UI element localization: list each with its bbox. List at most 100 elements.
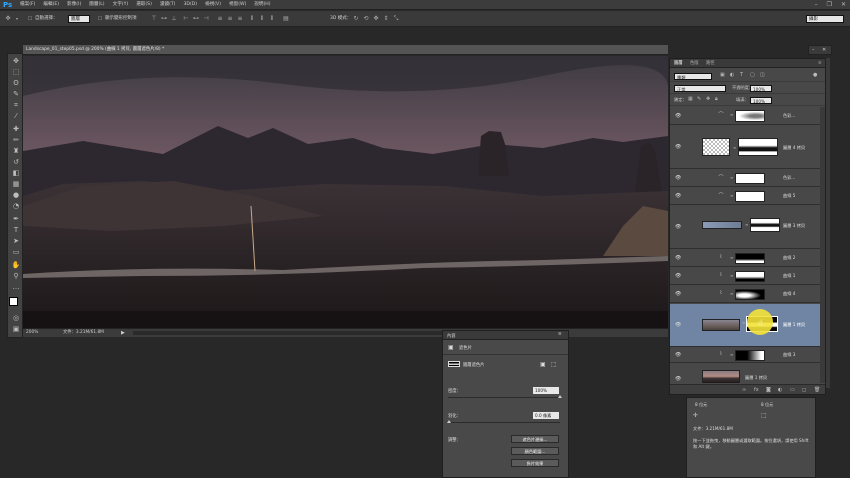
visibility-eye-icon[interactable]: 👁︎ (675, 352, 681, 358)
rotate-3d-icon[interactable]: ↻ (352, 15, 360, 23)
mask-link-icon[interactable]: ∞ (730, 273, 733, 278)
distribute-vcenter-icon[interactable]: ≡ (226, 15, 234, 23)
type-tool-icon[interactable]: T (11, 225, 21, 235)
distribute-bottom-icon[interactable]: ≡ (236, 15, 244, 23)
feather-field[interactable]: 0.0 像素 (533, 412, 559, 419)
layer-thumbnail[interactable] (702, 138, 730, 156)
select-pixel-mask-icon[interactable]: ▣ (540, 361, 546, 368)
mask-link-icon[interactable]: ∞ (733, 145, 736, 150)
layer-mask-thumbnail[interactable] (735, 173, 765, 184)
show-transform-checkbox[interactable]: ☐ (96, 15, 104, 23)
visibility-eye-icon[interactable]: 👁︎ (675, 376, 681, 382)
menu-item[interactable]: 檔案(F) (20, 0, 35, 10)
minimize-window-icon[interactable]: – (815, 1, 818, 9)
new-adjustment-icon[interactable]: ◐ (778, 386, 782, 394)
visibility-eye-icon[interactable]: 👁︎ (675, 113, 681, 119)
filter-shape-icon[interactable]: ▢ (750, 72, 755, 78)
menu-item[interactable]: 選取(S) (136, 0, 152, 10)
dodge-tool-icon[interactable]: ◔ (11, 201, 21, 211)
document-canvas[interactable] (23, 56, 668, 328)
distribute-hcenter-icon[interactable]: ⦀ (258, 15, 266, 23)
path-select-tool-icon[interactable]: ➤ (11, 236, 21, 246)
layer-row[interactable]: 👁︎ ⌒ ∞ 色彩... (670, 170, 820, 187)
auto-select-dropdown[interactable]: 圖層 (68, 15, 90, 23)
crop-tool-icon[interactable]: ⌗ (11, 100, 21, 110)
minimize-panel-icon[interactable]: – (812, 46, 815, 54)
new-group-icon[interactable]: ▭ (790, 386, 795, 394)
brush-tool-icon[interactable]: ✏ (11, 135, 21, 145)
layer-name[interactable]: 色彩... (783, 175, 795, 181)
mask-link-icon[interactable]: ∞ (730, 112, 733, 117)
move-tool-icon[interactable]: ✥ (4, 15, 12, 23)
trash-icon[interactable]: 🗑︎ (814, 386, 820, 394)
foreground-color-swatch[interactable] (9, 297, 18, 306)
tool-preset-chevron-icon[interactable]: ▾ (13, 15, 21, 23)
layer-name[interactable]: 圖層 1 拷貝 (783, 322, 805, 328)
layer-mask-thumbnail[interactable] (735, 191, 765, 202)
layer-mask-thumbnail[interactable] (735, 350, 765, 361)
slide-3d-icon[interactable]: ⇕ (382, 15, 390, 23)
density-slider[interactable] (448, 397, 560, 398)
layer-row[interactable]: 👁︎ ∞ 圖層 3 拷貝 (670, 206, 820, 249)
tab-properties[interactable]: 內容 (447, 333, 456, 339)
layer-row[interactable]: 👁︎ ∞ 圖層 4 拷貝 (670, 126, 820, 169)
visibility-eye-icon[interactable]: 👁︎ (675, 144, 681, 150)
marquee-tool-icon[interactable]: ⬚ (11, 67, 21, 77)
history-brush-tool-icon[interactable]: ↺ (11, 157, 21, 167)
layer-row[interactable]: 👁︎ ⌇ ∞ 曲線 3 (670, 348, 820, 363)
close-window-icon[interactable]: ✕ (841, 1, 846, 9)
more-tools-icon[interactable]: … (11, 282, 21, 292)
density-field[interactable]: 100% (533, 387, 559, 394)
visibility-eye-icon[interactable]: 👁︎ (675, 224, 681, 230)
filter-type-icon[interactable]: T (740, 72, 743, 78)
eyedropper-tool-icon[interactable]: ⁄ (11, 111, 21, 121)
filter-toggle-icon[interactable]: ● (813, 72, 817, 78)
healing-brush-tool-icon[interactable]: ✚ (11, 124, 21, 134)
align-top-icon[interactable]: ⊤ (150, 15, 158, 23)
scale-3d-icon[interactable]: ⤡ (392, 15, 400, 23)
layer-row[interactable]: 👁︎ ⌒ ∞ 色彩... (670, 107, 820, 125)
fill-field[interactable]: 100% (750, 97, 772, 104)
align-hcenter-icon[interactable]: ⊷ (192, 15, 200, 23)
opacity-field[interactable]: 100% (750, 85, 772, 92)
visibility-eye-icon[interactable]: 👁︎ (675, 175, 681, 181)
menu-item[interactable]: 說明(H) (254, 0, 270, 10)
visibility-eye-icon[interactable]: 👁︎ (675, 322, 681, 328)
blend-mode-dropdown[interactable]: 正常 (674, 85, 726, 92)
menu-item[interactable]: 圖層(L) (89, 0, 104, 10)
select-vector-mask-icon[interactable]: ⬚ (551, 361, 557, 368)
restore-window-icon[interactable]: ❐ (827, 1, 832, 9)
status-menu-arrow-icon[interactable]: ▶ (121, 329, 125, 337)
quick-select-tool-icon[interactable]: ✎ (11, 89, 21, 99)
visibility-eye-icon[interactable]: 👁︎ (675, 193, 681, 199)
drag-3d-icon[interactable]: ✥ (372, 15, 380, 23)
align-left-icon[interactable]: ⊢ (182, 15, 190, 23)
layer-mask-thumbnail[interactable] (735, 289, 765, 300)
align-vcenter-icon[interactable]: ⊶ (160, 15, 168, 23)
menu-item[interactable]: 編輯(E) (43, 0, 59, 10)
visibility-eye-icon[interactable]: 👁︎ (675, 273, 681, 279)
lock-transparent-icon[interactable]: ▦ (688, 96, 693, 102)
blur-tool-icon[interactable]: ● (11, 190, 21, 200)
screen-mode-icon[interactable]: ▣ (11, 324, 21, 334)
document-tab[interactable]: Landscape_01_step05.psd @ 200% (曲線 1 拷貝,… (23, 45, 668, 55)
layer-name[interactable]: 曲線 1 (783, 273, 795, 279)
close-panel-icon[interactable]: ✕ (822, 46, 826, 54)
workspace-dropdown[interactable]: 攝影 (806, 15, 844, 23)
feather-slider-knob[interactable] (447, 420, 451, 423)
filter-pixel-icon[interactable]: ▣ (720, 72, 725, 78)
layer-name[interactable]: 曲線 3 (783, 352, 795, 358)
mask-link-icon[interactable]: ∞ (745, 222, 748, 227)
filter-smart-icon[interactable]: ◫ (760, 72, 765, 78)
lock-image-icon[interactable]: ✎ (697, 96, 701, 102)
menu-item[interactable]: 視窗(W) (229, 0, 246, 10)
layer-mask-thumbnail[interactable] (735, 271, 765, 282)
add-mask-icon[interactable]: ◙ (766, 386, 771, 394)
visibility-eye-icon[interactable]: 👁︎ (675, 255, 681, 261)
layer-thumbnail[interactable] (702, 319, 740, 331)
layer-row-selected[interactable]: 👁︎ ∞ ☝ 圖層 1 拷貝 (670, 304, 820, 347)
hand-tool-icon[interactable]: ✋ (11, 260, 21, 270)
pen-tool-icon[interactable]: ✒ (11, 214, 21, 224)
filter-adjustment-icon[interactable]: ◐ (730, 72, 734, 78)
invert-button[interactable]: 負片效果 (511, 459, 559, 467)
